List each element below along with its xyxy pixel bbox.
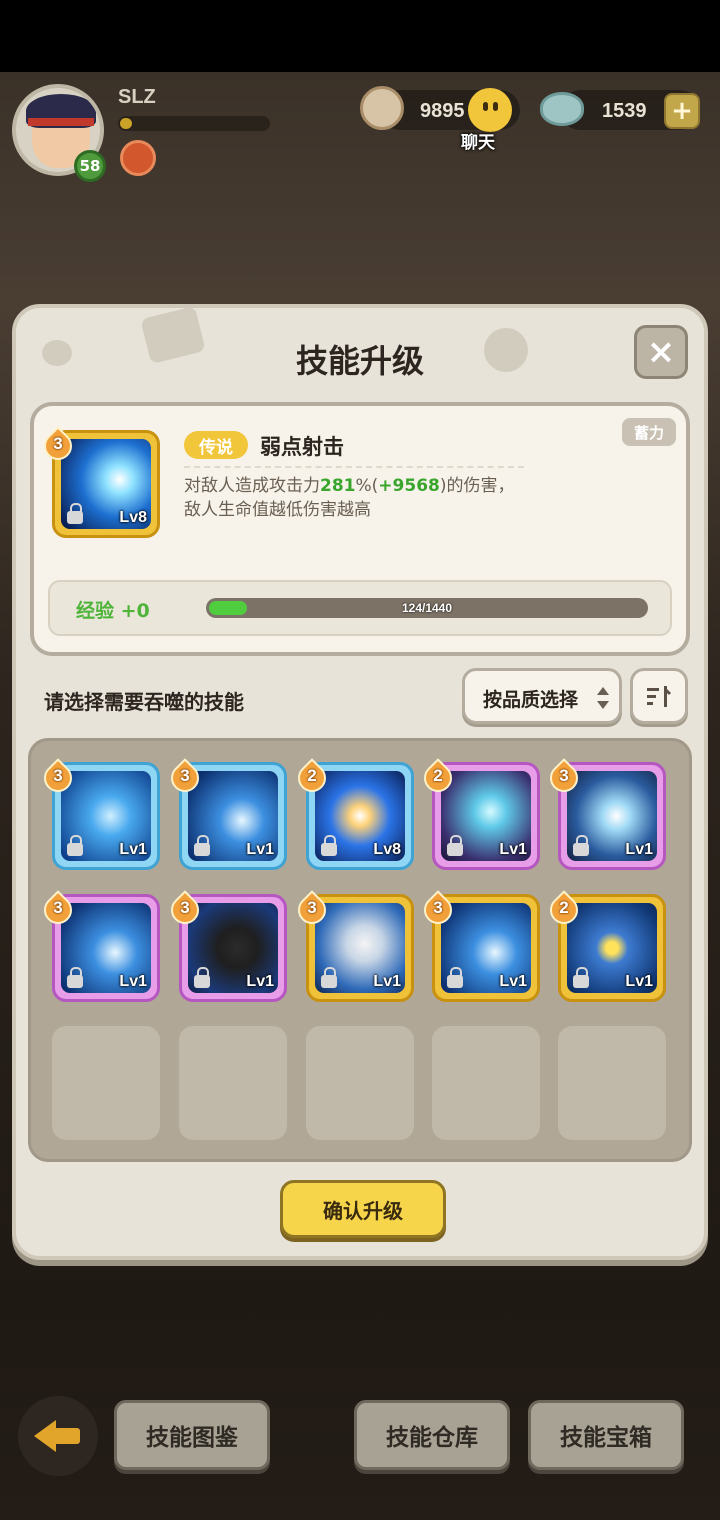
star-count: 3 (53, 766, 63, 785)
experience-bar: 124/1440 (206, 598, 648, 618)
skill-level: Lv1 (499, 973, 527, 990)
star-count-badge: 3 (165, 758, 205, 798)
star-count-badge: 3 (38, 758, 78, 798)
add-currency-button[interactable]: + (664, 93, 700, 129)
desc-percent: 281 (320, 476, 356, 496)
skill-level: Lv1 (246, 841, 274, 858)
star-count: 2 (433, 766, 443, 785)
lock-icon (573, 835, 589, 857)
skill-level: Lv8 (119, 509, 147, 526)
empty-skill-slot (52, 1026, 160, 1140)
lock-icon (194, 967, 210, 989)
sort-button[interactable] (630, 668, 688, 724)
lock-icon (447, 835, 463, 857)
charge-tag: 蓄力 (622, 418, 676, 446)
quality-filter-dropdown[interactable]: 按品质选择 (462, 668, 622, 724)
gem-icon (540, 92, 584, 126)
star-count: 2 (559, 898, 569, 917)
desc-text: )的伤害， (439, 476, 515, 496)
lock-icon (573, 967, 589, 989)
skill-level: Lv8 (373, 841, 401, 858)
empty-skill-slot (306, 1026, 414, 1140)
star-count: 3 (53, 898, 63, 917)
desc-line-2: 敌人生命值越低伤害越高 (184, 500, 371, 520)
star-count-badge: 3 (292, 890, 332, 930)
lock-icon (447, 967, 463, 989)
desc-text: %( (355, 476, 379, 496)
shell-icon (360, 86, 404, 130)
star-count-badge: 3 (544, 758, 584, 798)
divider (184, 466, 524, 468)
experience-label: 经验 +0 (76, 596, 150, 623)
close-button[interactable]: × (634, 325, 688, 379)
desc-text: 对敌人造成攻击力 (184, 476, 320, 496)
confirm-upgrade-button[interactable]: 确认升级 (280, 1180, 446, 1238)
star-count: 3 (180, 766, 190, 785)
player-name: SLZ (118, 86, 156, 108)
skill-codex-button[interactable]: 技能图鉴 (114, 1400, 270, 1470)
lock-icon (67, 835, 83, 857)
sort-icon (647, 686, 671, 707)
updown-arrow-icon (597, 687, 609, 709)
star-count-badge: 2 (544, 890, 584, 930)
player-xp-fill (120, 118, 132, 129)
back-button[interactable] (18, 1396, 98, 1476)
filter-label: 按品质选择 (483, 689, 579, 711)
skill-chest-button[interactable]: 技能宝箱 (528, 1400, 684, 1470)
skill-description: 对敌人造成攻击力281%(+9568)的伤害， 敌人生命值越低伤害越高 (184, 474, 604, 522)
back-arrow-tail (54, 1428, 80, 1444)
lock-icon (321, 835, 337, 857)
star-count: 3 (307, 898, 317, 917)
game-screen: 58 SLZ 9895 聊天 1539 + 技能升级 × Lv8 3 传说 弱点… (0, 0, 720, 1520)
skill-level: Lv1 (119, 841, 147, 858)
gem-amount: 1539 (602, 100, 647, 122)
skill-level: Lv1 (246, 973, 274, 990)
guild-icon[interactable] (120, 140, 156, 176)
avatar-headband (28, 118, 94, 126)
experience-value: 124/1440 (401, 601, 453, 615)
star-count: 3 (559, 766, 569, 785)
star-count: 3 (180, 898, 190, 917)
skill-level: Lv1 (625, 973, 653, 990)
desc-bonus: +9568 (378, 476, 440, 496)
chat-face-icon (468, 88, 512, 132)
star-count-badge: 3 (418, 890, 458, 930)
chat-button[interactable]: 聊天 (452, 88, 514, 154)
skill-level: Lv1 (373, 973, 401, 990)
skill-warehouse-button[interactable]: 技能仓库 (354, 1400, 510, 1470)
star-count-badge: 2 (292, 758, 332, 798)
skill-name: 弱点射击 (260, 435, 344, 459)
empty-skill-slot (432, 1026, 540, 1140)
modal-title: 技能升级 (295, 342, 424, 380)
lock-icon (321, 967, 337, 989)
skill-level: Lv1 (499, 841, 527, 858)
lock-icon (67, 503, 83, 525)
player-xp-bar (118, 116, 270, 131)
star-count: 2 (307, 766, 317, 785)
star-count-badge: 3 (38, 426, 78, 466)
star-count-badge: 3 (165, 890, 205, 930)
back-arrow-icon (34, 1420, 56, 1452)
star-count-badge: 3 (38, 890, 78, 930)
empty-skill-slot (558, 1026, 666, 1140)
selection-prompt: 请选择需要吞噬的技能 (44, 690, 244, 714)
star-count: 3 (433, 898, 443, 917)
star-count-badge: 2 (418, 758, 458, 798)
exp-gain: +0 (120, 600, 150, 622)
star-count: 3 (53, 434, 63, 453)
skill-level: Lv1 (119, 973, 147, 990)
exp-label-text: 经验 (76, 600, 115, 622)
quality-badge: 传说 (184, 431, 248, 459)
lock-icon (67, 967, 83, 989)
skill-level: Lv1 (625, 841, 653, 858)
empty-skill-slot (179, 1026, 287, 1140)
lock-icon (194, 835, 210, 857)
player-level-badge: 58 (74, 150, 106, 182)
chat-label: 聊天 (461, 133, 495, 153)
